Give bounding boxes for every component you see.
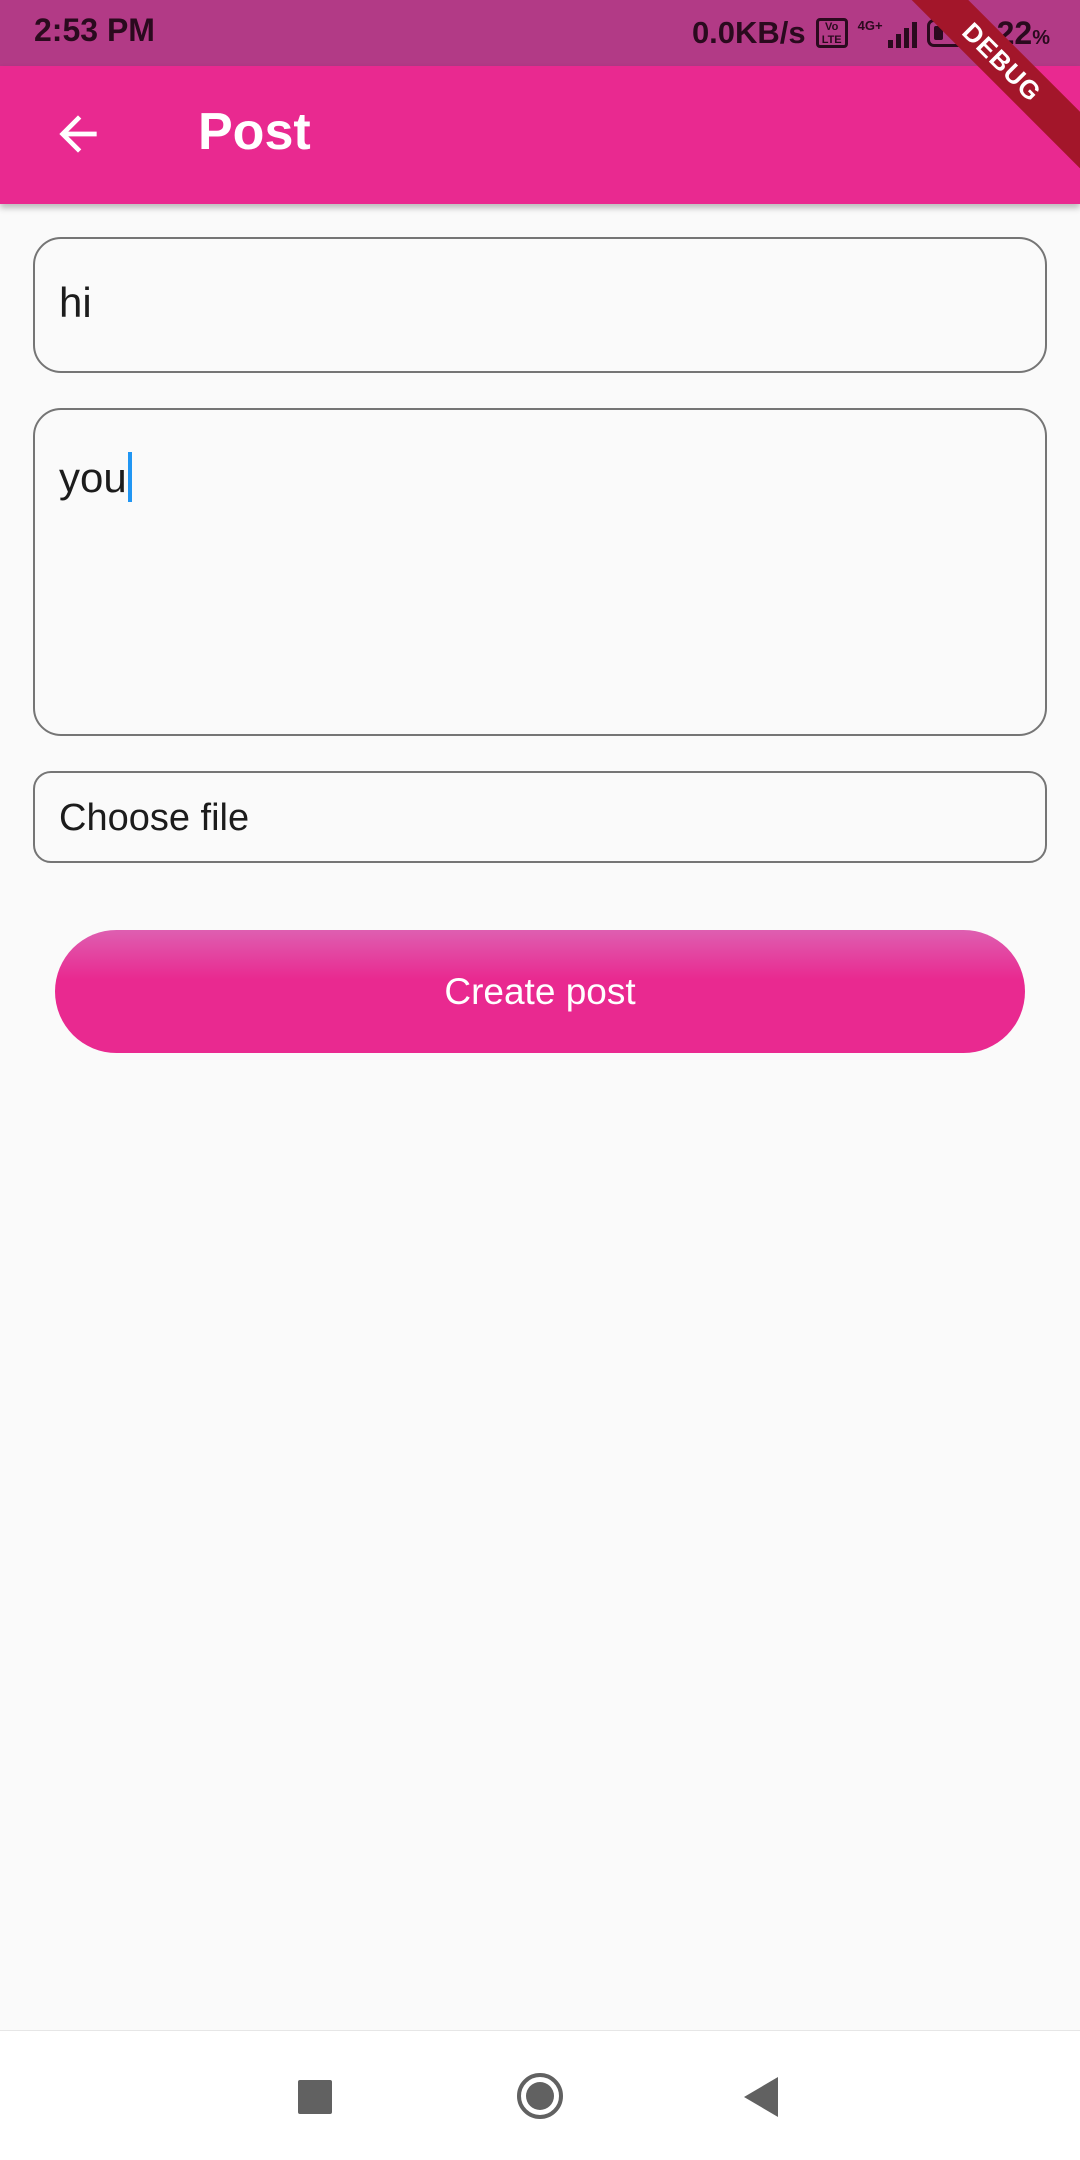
- battery-percent: 22%: [996, 14, 1050, 51]
- title-input[interactable]: hi: [33, 237, 1047, 373]
- signal-icon: 4G+: [858, 18, 917, 48]
- status-icons: 0.0KB/s Vo LTE 4G+ 22%: [692, 10, 1050, 56]
- screen: 2:53 PM 0.0KB/s Vo LTE 4G+ 22% Post DEBU…: [0, 0, 1080, 2160]
- network-type: 4G+: [857, 18, 883, 33]
- app-bar: Post: [0, 66, 1080, 204]
- network-speed: 0.0KB/s: [691, 15, 806, 50]
- body-input[interactable]: you: [33, 408, 1047, 736]
- title-input-value: hi: [59, 279, 92, 326]
- triangle-back-icon[interactable]: [742, 2075, 782, 2119]
- battery-icon: [926, 19, 987, 47]
- volte-icon: Vo LTE: [815, 18, 848, 48]
- choose-file-label: Choose file: [59, 797, 250, 839]
- circle-icon[interactable]: [515, 2071, 565, 2121]
- arrow-left-icon[interactable]: [50, 106, 106, 162]
- square-icon[interactable]: [298, 2080, 332, 2114]
- status-bar: 2:53 PM 0.0KB/s Vo LTE 4G+ 22%: [0, 0, 1080, 66]
- system-nav-bar: [0, 2030, 1080, 2160]
- status-time: 2:53 PM: [34, 12, 155, 48]
- text-caret: [127, 452, 132, 502]
- page-title: Post: [198, 103, 311, 161]
- create-post-button[interactable]: Create post: [55, 930, 1025, 1053]
- choose-file-field[interactable]: Choose file: [33, 771, 1047, 863]
- body-input-value: you: [59, 452, 132, 502]
